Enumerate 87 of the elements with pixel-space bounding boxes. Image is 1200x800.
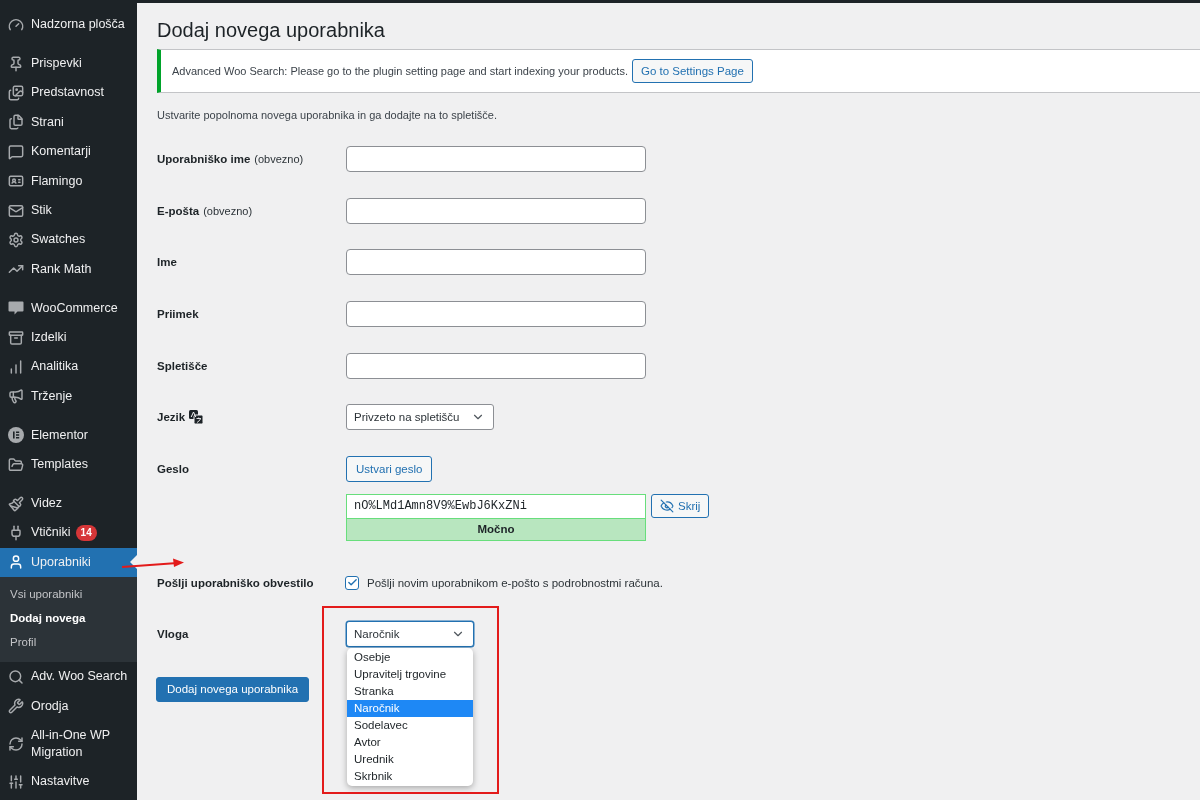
password-input[interactable]: nO%LMd1Amn8V9%EwbJ6KxZNi (346, 493, 646, 518)
mail-icon (8, 202, 24, 219)
dropdown-option[interactable]: Skrbnik (347, 767, 473, 785)
checkbox[interactable] (345, 575, 359, 590)
field-label: Jezik (157, 411, 186, 424)
sidebar-item[interactable]: Prispevki (0, 48, 137, 79)
sidebar-item[interactable]: Orodja (0, 691, 137, 721)
role-select[interactable]: Naročnik (346, 620, 474, 647)
field-label: E-pošta (157, 204, 200, 217)
sidebar-item[interactable]: Analitika (0, 352, 137, 382)
text-input[interactable] (346, 145, 646, 172)
folder-icon (8, 456, 24, 473)
sidebar-item[interactable]: Nastavitve (0, 766, 137, 797)
text-input[interactable] (346, 249, 646, 276)
sidebar-item[interactable]: Uporabniki (0, 547, 137, 578)
sidebar-item[interactable]: Rank Math (0, 254, 137, 284)
text-input[interactable] (346, 300, 646, 327)
sidebar-item[interactable]: All-in-One WP Migration (0, 720, 137, 767)
images-icon (8, 84, 24, 101)
dropdown-option[interactable]: Urednik (347, 750, 473, 768)
plug-icon (8, 524, 24, 541)
intro-text: Ustvarite popolnoma novega uporabnika in ga dodajte na to spletišče. (157, 108, 498, 123)
sidebar-item[interactable]: Swatches (0, 225, 137, 255)
circular-arrows-icon (8, 735, 24, 752)
sidebar-item[interactable]: Elementor (0, 420, 137, 450)
submenu-item[interactable]: Profil (0, 630, 137, 655)
field-label: Spletišče (157, 359, 208, 372)
generate-password-button[interactable]: Ustvari geslo (346, 455, 433, 482)
dropdown-option[interactable]: Naročnik (347, 699, 473, 717)
eye-slash-icon (660, 498, 674, 513)
submit-button[interactable]: Dodaj novega uporabnika (156, 676, 310, 702)
text-input[interactable] (346, 352, 646, 379)
field-label: Priimek (157, 307, 199, 320)
field-label: Vloga (157, 627, 189, 640)
field-label: Geslo (157, 462, 189, 475)
gauge-icon (8, 16, 24, 33)
dropdown-option[interactable]: Avtor (347, 733, 473, 751)
round-logo-icon (8, 427, 24, 444)
sidebar-item[interactable]: Stik (0, 195, 137, 226)
dropdown-option[interactable]: Upravitelj trgovine (347, 665, 473, 683)
submenu-item[interactable]: Vsi uporabniki (0, 582, 137, 607)
sidebar-item[interactable]: WooCommerce (0, 293, 137, 323)
field-hint: (obvezno) (203, 204, 253, 217)
sidebar-item[interactable]: Flamingo (0, 166, 137, 196)
count-badge: 14 (75, 524, 97, 541)
sliders-icon (8, 773, 24, 790)
sidebar-item[interactable]: Trženje (0, 381, 137, 412)
gear-icon (8, 231, 24, 248)
sidebar-item[interactable]: Adv. Woo Search (0, 662, 137, 692)
sidebar-item[interactable]: Templates (0, 449, 137, 480)
wrench-icon (8, 698, 24, 715)
pointer-notch-icon (130, 555, 137, 570)
sidebar-item[interactable]: Strani (0, 107, 137, 138)
archive-box-icon (8, 329, 24, 346)
dropdown-option[interactable]: Osebje (347, 648, 473, 666)
pages-icon (8, 114, 24, 131)
sidebar-item[interactable]: Predstavnost (0, 78, 137, 108)
page-title: Dodaj novega uporabnika (157, 18, 386, 43)
translation-icon (189, 410, 204, 425)
search-icon (8, 668, 24, 685)
settings-button[interactable]: Go to Settings Page (632, 59, 753, 83)
sidebar-item[interactable]: Vtičniki 14 (0, 518, 137, 548)
bar-chart-icon (8, 359, 24, 375)
comment-icon (8, 143, 24, 160)
strength-meter: Močno (346, 517, 646, 541)
checkmark-icon (346, 577, 358, 588)
sidebar-item[interactable]: Videz (0, 488, 137, 519)
speech-bubble-icon (8, 301, 24, 316)
megaphone-icon (8, 388, 24, 405)
field-label: Ime (157, 256, 177, 269)
dropdown-option[interactable]: Stranka (347, 682, 473, 700)
notice-text: Advanced Woo Search: Please go to the plugin setting page and start indexing your products. (172, 65, 628, 77)
language-select[interactable]: Privzeto na spletišču (346, 404, 494, 431)
pin-icon (8, 55, 24, 72)
field-label: Pošlji uporabniško obvestilo (157, 576, 314, 589)
sidebar-item[interactable]: Izdelki (0, 322, 137, 353)
hide-password-button[interactable]: Skrij (651, 493, 710, 518)
text-input[interactable] (346, 197, 646, 224)
field-label: Uporabniško ime (157, 152, 251, 165)
sidebar-item[interactable]: Komentarji (0, 137, 137, 167)
user-icon (8, 554, 24, 571)
checkbox-label: Pošlji novim uporabnikom e-pošto s podrobnostmi računa. (367, 576, 663, 589)
paintbrush-icon (8, 495, 24, 512)
dropdown-option[interactable]: Sodelavec (347, 716, 473, 734)
field-hint: (obvezno) (254, 152, 304, 165)
sidebar-item[interactable]: Nadzorna plošča (0, 10, 137, 40)
submenu-item[interactable]: Dodaj novega (0, 606, 137, 631)
